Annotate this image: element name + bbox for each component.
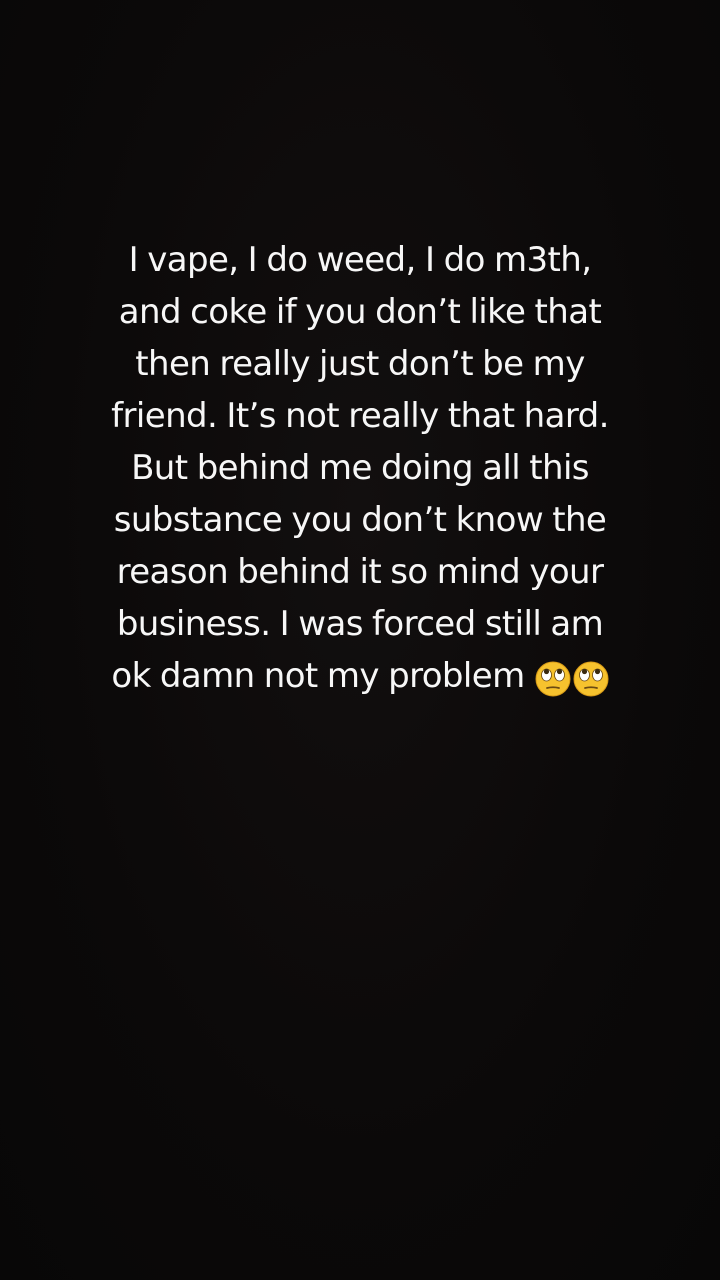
story-line-text: ok damn not my problem	[111, 656, 525, 696]
story-line: But behind me doing all this	[131, 448, 589, 488]
eye-roll-emoji-icon	[535, 661, 571, 697]
story-text: I vape, I do weed, I do m3th, and coke i…	[40, 234, 680, 704]
story-line: friend. It’s not really that hard.	[111, 396, 609, 436]
story-line: I vape, I do weed, I do m3th,	[128, 240, 592, 280]
story-line: substance you don’t know the	[113, 500, 607, 540]
story-line: business. I was forced still am	[116, 604, 604, 644]
story-line: and coke if you don’t like that	[118, 292, 602, 332]
story-line: reason behind it so mind your	[116, 552, 604, 592]
eye-roll-emoji-icon	[573, 661, 609, 697]
story-line-last: ok damn not my problem	[40, 650, 680, 704]
story-line: then really just don’t be my	[135, 344, 585, 384]
emoji-group	[533, 652, 609, 704]
story-screen: I vape, I do weed, I do m3th, and coke i…	[0, 0, 720, 1280]
